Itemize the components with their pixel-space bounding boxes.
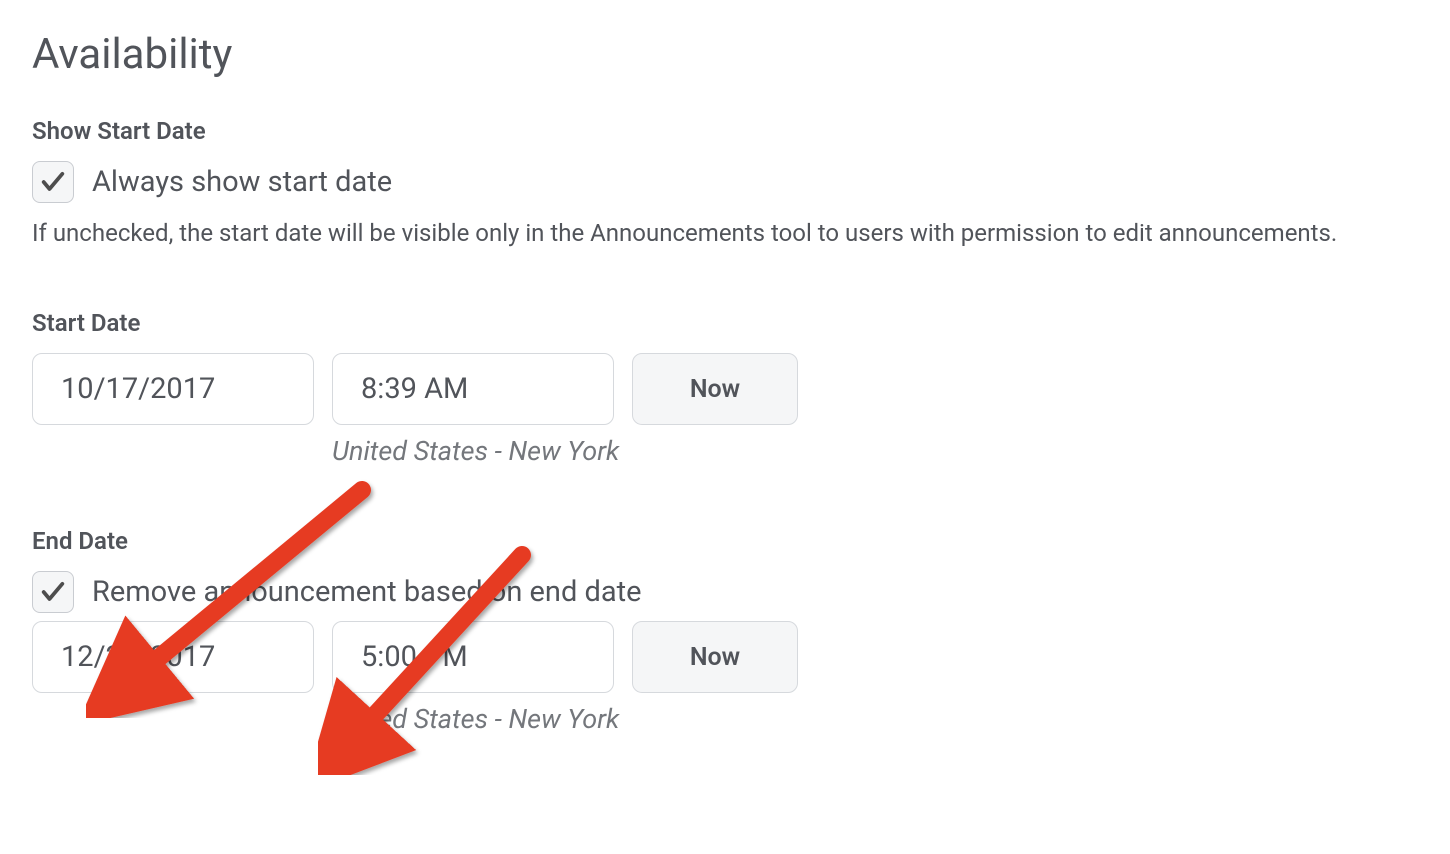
availability-panel: Availability Show Start Date Always show… bbox=[32, 30, 1418, 735]
end-date-input[interactable] bbox=[32, 621, 314, 693]
check-icon bbox=[39, 168, 67, 196]
remove-on-end-date-label: Remove announcement based on end date bbox=[92, 575, 642, 609]
check-icon bbox=[39, 578, 67, 606]
start-date-helper-text: If unchecked, the start date will be vis… bbox=[32, 217, 1418, 249]
start-date-row: Now bbox=[32, 353, 1418, 425]
show-start-date-label: Show Start Date bbox=[32, 117, 1418, 145]
end-date-row: Now bbox=[32, 621, 1418, 693]
page-title: Availability bbox=[32, 30, 1418, 79]
always-show-start-date-checkbox[interactable] bbox=[32, 161, 74, 203]
end-date-label: End Date bbox=[32, 527, 1418, 555]
remove-on-end-date-row: Remove announcement based on end date bbox=[32, 571, 1418, 613]
always-show-start-date-row: Always show start date bbox=[32, 161, 1418, 203]
remove-on-end-date-checkbox[interactable] bbox=[32, 571, 74, 613]
start-time-input[interactable] bbox=[332, 353, 614, 425]
start-date-now-button[interactable]: Now bbox=[632, 353, 798, 425]
always-show-start-date-label: Always show start date bbox=[92, 165, 392, 199]
start-date-timezone: United States - New York bbox=[332, 435, 1418, 467]
end-date-timezone: United States - New York bbox=[332, 703, 1418, 735]
start-date-label: Start Date bbox=[32, 309, 1418, 337]
start-date-input[interactable] bbox=[32, 353, 314, 425]
end-time-input[interactable] bbox=[332, 621, 614, 693]
end-date-now-button[interactable]: Now bbox=[632, 621, 798, 693]
